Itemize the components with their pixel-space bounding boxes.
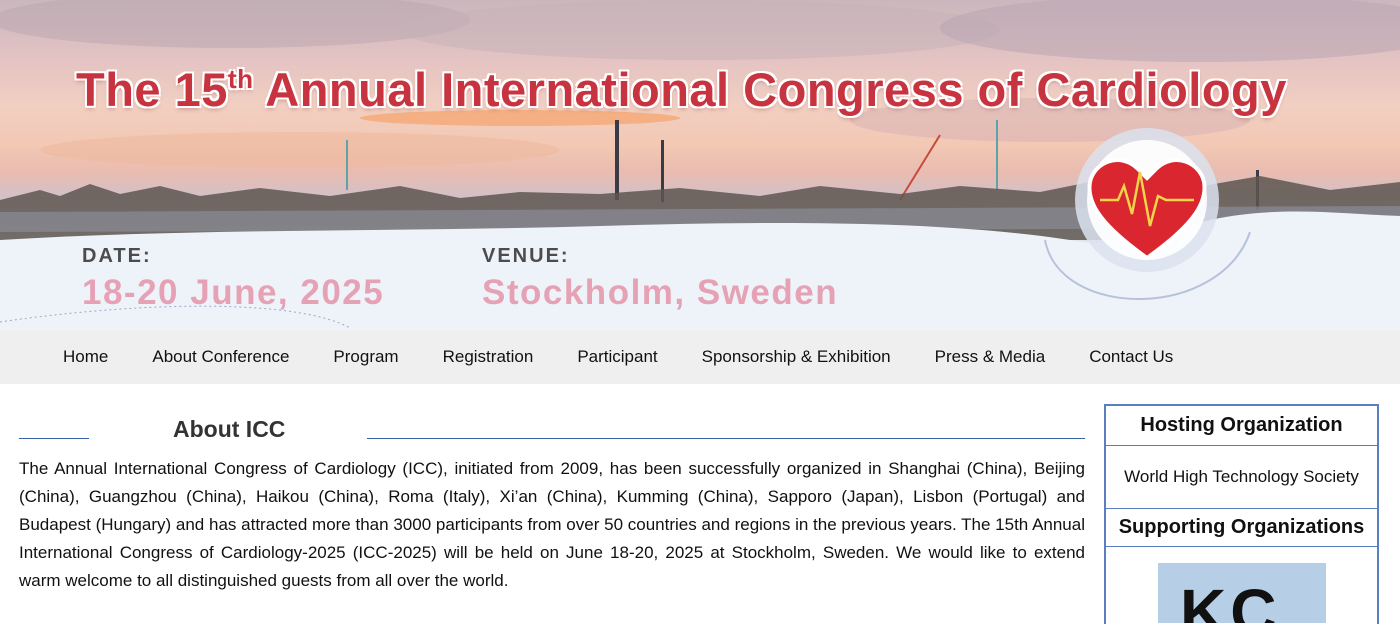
date-label: DATE: [82, 245, 152, 267]
organizations-sidebar: Hosting Organization World High Technolo… [1104, 404, 1379, 624]
hosting-organization-heading: Hosting Organization [1106, 406, 1377, 446]
date-value: 18-20 June, 2025 [82, 273, 385, 312]
conference-title: The 15th Annual International Congress o… [76, 63, 1287, 116]
divider [367, 438, 1085, 439]
about-section-header: About ICC [19, 414, 1085, 444]
logo-text: KC [1180, 576, 1281, 623]
hosting-organization-link[interactable]: World High Technology Society [1106, 446, 1377, 509]
main-nav: Home About Conference Program Registrati… [0, 330, 1400, 384]
nav-contact-us[interactable]: Contact Us [1067, 347, 1195, 367]
venue-label: VENUE: [482, 245, 570, 267]
nav-home[interactable]: Home [41, 347, 130, 367]
nav-sponsorship-exhibition[interactable]: Sponsorship & Exhibition [680, 347, 913, 367]
about-paragraph: The Annual International Congress of Car… [19, 459, 1085, 590]
supporting-organizations-heading: Supporting Organizations [1106, 509, 1377, 547]
nav-about-conference[interactable]: About Conference [130, 347, 311, 367]
divider [19, 438, 89, 439]
about-heading: About ICC [173, 416, 286, 442]
supporting-organization-logo[interactable]: KC [1158, 563, 1326, 623]
header-banner: The 15th Annual International Congress o… [0, 0, 1400, 330]
nav-registration[interactable]: Registration [421, 347, 556, 367]
venue-value: Stockholm, Sweden [482, 273, 839, 312]
nav-program[interactable]: Program [311, 347, 420, 367]
heart-ecg-icon [1075, 128, 1219, 272]
nav-press-media[interactable]: Press & Media [913, 347, 1068, 367]
nav-participant[interactable]: Participant [555, 347, 679, 367]
